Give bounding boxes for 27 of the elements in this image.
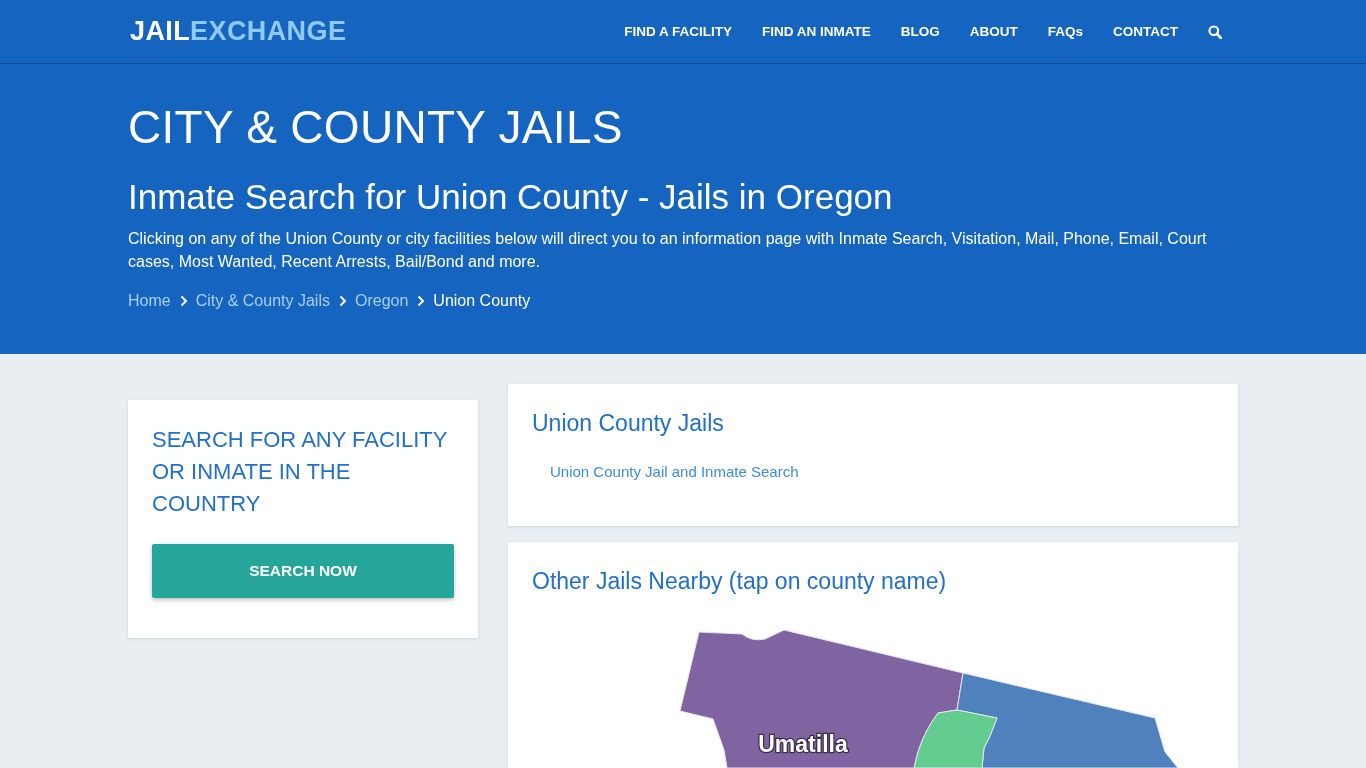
panel-title: Other Jails Nearby (tap on county name) — [532, 567, 948, 596]
nav-link[interactable]: CONTACT — [1113, 24, 1178, 39]
county-shape[interactable] — [956, 672, 1179, 768]
county-label[interactable]: Umatilla — [758, 731, 848, 757]
nav-link[interactable]: ABOUT — [969, 24, 1018, 39]
nav-link[interactable]: FIND A FACILITY — [624, 24, 732, 39]
page-subtitle: Inmate Search for Union County - Jails in Oregon — [128, 176, 894, 218]
county-shape[interactable] — [913, 709, 998, 768]
chevron-right-icon — [417, 295, 426, 307]
breadcrumb-link[interactable]: Home — [128, 289, 171, 313]
county-shape[interactable] — [679, 629, 964, 768]
search-now-button[interactable]: SEARCH NOW — [152, 544, 454, 598]
panel-title: Union County Jails — [532, 409, 725, 438]
site-logo[interactable]: JAILEXCHANGE — [130, 16, 347, 47]
page-title: CITY & COUNTY JAILS — [128, 100, 624, 155]
chevron-right-icon — [338, 295, 347, 307]
nav-link[interactable]: FIND AN INMATE — [762, 24, 871, 39]
breadcrumb-link[interactable]: Oregon — [354, 289, 409, 313]
breadcrumb-link[interactable]: City & County Jails — [195, 289, 330, 313]
breadcrumb-current: Union County — [433, 291, 531, 311]
nav-link[interactable]: BLOG — [900, 24, 940, 39]
intro-text: Clicking on any of the Union County or city facilities below will direct you to an information page with Inmate Search, Visitation, Mail, Phone, Email, Court cases, Most Wanted, Recent Arrests, Bail/Bond and more. — [128, 229, 1208, 272]
panel-title: SEARCH FOR ANY FACILITY OR INMATE IN THE COUNTRY — [152, 426, 449, 518]
jail-link[interactable]: Union County Jail and Inmate Search — [550, 462, 799, 482]
chevron-right-icon — [179, 295, 188, 307]
nav-link[interactable]: FAQs — [1047, 24, 1083, 39]
search-icon[interactable] — [1208, 24, 1222, 39]
